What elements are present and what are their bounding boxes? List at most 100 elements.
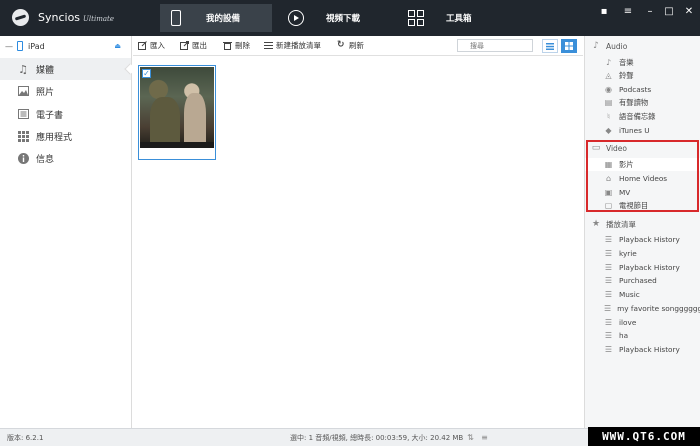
library-item-home-videos[interactable]: ⌂ Home Videos [585,172,700,185]
delete-button[interactable]: 刪除 [223,40,250,51]
export-icon [180,41,189,50]
playlist-item[interactable]: ☰ Playback History [585,261,700,274]
playlist-icon: ☰ [604,263,613,272]
audiobook-icon: ▤ [604,98,613,107]
book-icon [17,108,29,120]
sidebar-item-photos[interactable]: 照片 [0,80,131,102]
toolbox-icon [408,10,424,26]
device-header[interactable]: — iPad ⏏ [0,36,131,56]
section-video: ▭ Video [591,143,628,153]
selection-checkbox[interactable]: ✓ [142,69,151,78]
tv-icon: ▢ [604,201,613,210]
playlist-icon: ☰ [604,276,613,285]
import-icon [138,41,147,50]
list-view-button[interactable] [542,39,558,53]
home-icon: ⌂ [605,174,612,183]
collapse-icon[interactable]: — [5,42,13,51]
podcast-icon: ◉ [605,85,612,94]
tab-video-download[interactable]: 視頻下載 [280,4,390,32]
thumbnail-caption-bar [140,142,214,148]
media-grid: ✓ [133,57,583,428]
playlist-item[interactable]: ☰ ilove [585,316,700,329]
grid-view-button[interactable] [561,39,577,53]
star-icon: ★ [591,219,601,229]
video-frame [140,67,214,143]
music-note-icon: ♪ [605,58,612,67]
apps-icon [17,130,29,142]
library-item-tv-shows[interactable]: ▢ 電視節目 [585,199,700,212]
microphone-icon: ♮ [607,112,610,121]
minimize-icon[interactable]: – [643,5,657,19]
new-playlist-button[interactable]: 新建播放清單 [264,40,321,51]
tab-my-device[interactable]: 我的設備 [160,4,272,32]
tab-toolbox[interactable]: 工具箱 [400,4,510,32]
playlist-item[interactable]: ☰my favorite songggggggggg [585,302,700,315]
search-input[interactable] [457,39,533,52]
refresh-button[interactable]: ↻ 刷新 [337,40,364,51]
library-item-voice-memos[interactable]: ♮ 語音備忘錄 [585,110,700,123]
playlist-icon: ☰ [604,249,613,258]
playlist-icon: ☰ [604,345,613,354]
library-item-movies[interactable]: ▦ 影片 [585,158,700,171]
refresh-icon: ↻ [337,40,345,50]
library-item-itunes-u[interactable]: ◆ iTunes U [585,124,700,137]
library-item-music[interactable]: ♪ 音樂 [585,56,700,69]
library-item-music-videos[interactable]: ▣ MV [585,186,700,199]
playlist-icon: ☰ [604,331,613,340]
close-icon[interactable]: ✕ [682,5,696,19]
app-title: Syncios Ultimate [38,11,114,24]
sidebar-item-apps[interactable]: 應用程式 [0,125,131,147]
playlist-item[interactable]: ☰ ha [585,329,700,342]
section-playlists: ★ 播放清單 [591,219,636,229]
library-item-podcasts[interactable]: ◉ Podcasts [585,83,700,96]
phone-icon [168,10,184,26]
library-sidebar: ♪ Audio ♪ 音樂 ◬ 鈴聲 ◉ Podcasts ▤ 有聲讀物 ♮ 語音備忘錄 ◆… [584,36,700,428]
sort-icon[interactable]: ⇅ [466,433,475,442]
playlist-icon: ☰ [604,304,612,313]
playlist-icon: ☰ [604,318,613,327]
library-item-ringtones[interactable]: ◬ 鈴聲 [585,69,700,82]
bell-icon: ◬ [605,71,612,80]
music-note-icon: ♪ [593,41,599,51]
list-view-icon [546,42,554,50]
playlist-icon: ☰ [604,235,613,244]
movie-icon: ▦ [604,160,613,169]
playlist-item[interactable]: ☰ kyrie [585,247,700,260]
sidebar-item-ebooks[interactable]: 電子書 [0,103,131,125]
info-icon [17,152,29,164]
syncios-logo-icon [12,9,29,26]
list-icon[interactable]: ≡ [480,433,489,442]
feedback-icon[interactable]: ▪ [597,5,611,19]
playlist-icon [264,41,273,50]
photo-icon [17,85,29,97]
music-video-icon: ▣ [604,188,613,197]
film-icon: ▭ [591,143,601,153]
toolbar: 匯入 匯出 刪除 新建播放清單 ↻ 刷新 [133,36,583,56]
music-icon: ♫ [18,62,28,76]
library-item-audiobooks[interactable]: ▤ 有聲讀物 [585,96,700,109]
playlist-icon: ☰ [604,290,613,299]
maximize-icon[interactable]: □ [662,5,676,19]
watermark: WWW.QT6.COM [588,427,700,446]
playlist-item[interactable]: ☰ Music [585,288,700,301]
trash-icon [223,41,232,50]
eject-icon[interactable]: ⏏ [114,42,121,50]
section-audio: ♪ Audio [585,39,700,53]
device-name: iPad [28,41,45,51]
video-thumbnail[interactable]: ✓ [138,65,216,160]
playlist-item[interactable]: ☰ Purchased [585,274,700,287]
version-label: 版本: 6.2.1 [7,434,44,442]
selection-info: 選中: 1 音頻/視頻, 總時長: 00:03:59, 大小: 20.42 MB [290,434,464,442]
ipad-icon [17,41,23,51]
grid-view-icon [565,42,573,50]
sidebar-item-media[interactable]: ♫ 媒體 [0,58,131,80]
import-button[interactable]: 匯入 [138,40,165,51]
playlist-item[interactable]: ☰ Playback History [585,343,700,356]
title-bar: Syncios Ultimate 我的設備 視頻下載 工具箱 ▪ ≡ – □ ✕ [0,0,700,36]
sidebar-item-messages[interactable]: 信息 [0,147,131,169]
play-icon [288,10,304,26]
export-button[interactable]: 匯出 [180,40,207,51]
menu-icon[interactable]: ≡ [621,5,635,19]
device-sidebar: — iPad ⏏ ♫ 媒體 照片 電子書 應用程式 信息 [0,36,136,428]
playlist-item[interactable]: ☰ Playback History [585,233,700,246]
